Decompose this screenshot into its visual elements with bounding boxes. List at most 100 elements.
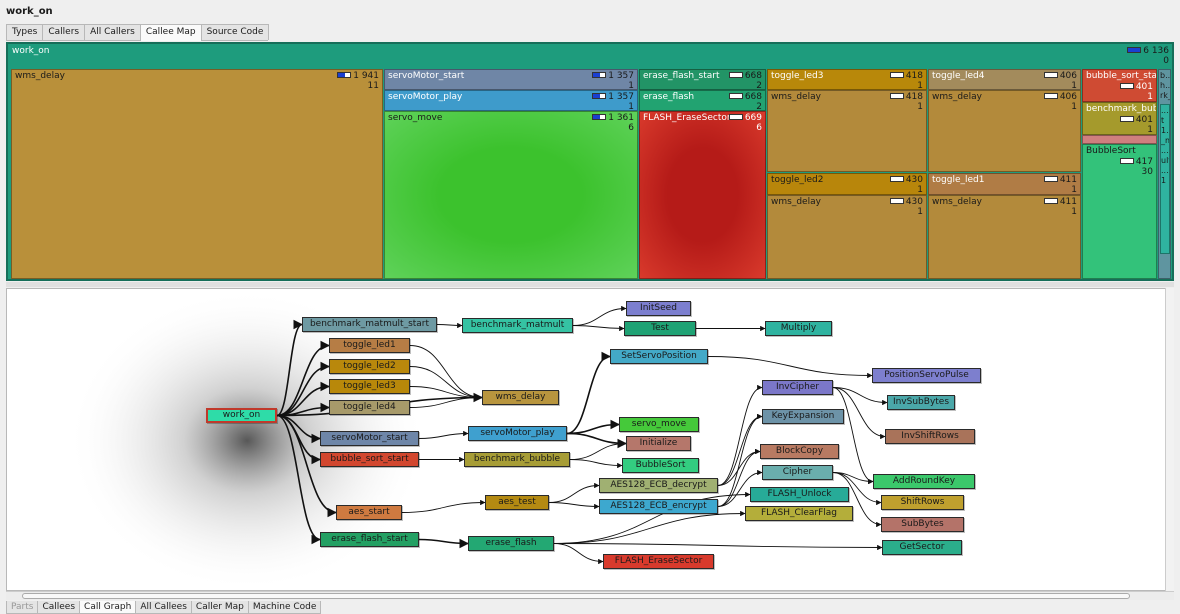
cost-bar-icon — [1119, 82, 1134, 89]
treemap-cell-benchmark-matmult[interactable]: ... t 1... _m ... ult ... 1 — [1160, 104, 1170, 254]
treemap-cell-wms-delay-3[interactable]: wms_delay 418 1 — [767, 90, 927, 172]
graph-node-benchmark-matmult[interactable]: benchmark_matmult — [462, 318, 573, 333]
tab-machine-code[interactable]: Machine Code — [247, 601, 322, 614]
cost-bar-icon — [889, 175, 904, 182]
tab-parts[interactable]: Parts — [6, 601, 39, 614]
tab-all-callers[interactable]: All Callers — [84, 24, 141, 40]
treemap-cell-toggle-led3[interactable]: toggle_led3 418 1 — [767, 69, 927, 90]
graph-edge — [553, 543, 883, 551]
treemap-cell-wms-delay-2[interactable]: wms_delay 430 1 — [767, 195, 927, 279]
graph-node-cipher[interactable]: Cipher — [762, 465, 833, 480]
graph-node-flash-clearflag[interactable]: FLASH_ClearFlag — [745, 506, 853, 521]
graph-node-shiftrows[interactable]: ShiftRows — [881, 495, 964, 510]
graph-node-setservoposition[interactable]: SetServoPosition — [610, 349, 708, 364]
cost-bar-icon — [1043, 71, 1058, 78]
graph-node-blockcopy[interactable]: BlockCopy — [760, 444, 839, 459]
graph-node-benchmark-bubble[interactable]: benchmark_bubble — [464, 452, 570, 467]
graph-node-invsubbytes[interactable]: InvSubBytes — [887, 395, 955, 410]
tab-source-code[interactable]: Source Code — [200, 24, 270, 40]
tab-types[interactable]: Types — [6, 24, 44, 40]
vertical-scrollbar[interactable] — [1165, 288, 1174, 591]
graph-node-flash-erasesector[interactable]: FLASH_EraseSector — [603, 554, 714, 569]
graph-edge — [717, 448, 761, 486]
graph-node-aes128-ecb-decrypt[interactable]: AES128_ECB_decrypt — [599, 478, 718, 493]
graph-node-benchmark-matmult-start[interactable]: benchmark_matmult_start — [302, 317, 437, 332]
graph-node-servo-move[interactable]: servo_move — [619, 417, 699, 432]
tab-all-callees[interactable]: All Callees — [135, 601, 192, 614]
cost-bar-icon — [728, 92, 743, 99]
tab-callees[interactable]: Callees — [37, 601, 81, 614]
graph-node-erase-flash[interactable]: erase_flash — [468, 536, 554, 551]
graph-edge — [707, 356, 873, 379]
tab-callers[interactable]: Callers — [42, 24, 86, 40]
treemap-cell-benchmark-bubble[interactable]: benchmark_bubble 4011 — [1082, 102, 1157, 135]
tab-callee-map[interactable]: Callee Map — [139, 24, 202, 41]
treemap-cell-wms-delay-4[interactable]: wms_delay 406 1 — [928, 90, 1081, 172]
call-graph-canvas — [67, 289, 888, 590]
graph-node-multiply[interactable]: Multiply — [765, 321, 832, 336]
graph-node-invcipher[interactable]: InvCipher — [762, 380, 833, 395]
graph-node-addroundkey[interactable]: AddRoundKey — [873, 474, 975, 489]
graph-edge — [717, 384, 763, 486]
treemap-cell-servomotor-play[interactable]: servoMotor_play 1 357 1 — [384, 90, 638, 111]
graph-edge — [717, 413, 763, 486]
graph-edge — [548, 482, 600, 503]
graph-node-servomotor-start[interactable]: servoMotor_start — [320, 431, 419, 446]
cost-bar-icon — [889, 71, 904, 78]
graph-node-work-on[interactable]: work_on — [206, 408, 277, 423]
graph-node-toggle-led3[interactable]: toggle_led3 — [329, 379, 410, 394]
graph-node-aes-test[interactable]: aes_test — [485, 495, 549, 510]
graph-node-bubble-sort-start[interactable]: bubble_sort_start — [320, 452, 419, 467]
treemap-cell-servo-move[interactable]: servo_move 1 361 6 — [384, 111, 638, 279]
cost-bar-icon — [592, 71, 607, 78]
graph-node-bubblesort[interactable]: BubbleSort — [622, 458, 699, 473]
treemap-cell-erase-flash[interactable]: erase_flash 668 2 — [639, 90, 766, 111]
graph-edge — [553, 543, 604, 565]
treemap-cell-servomotor-start[interactable]: servoMotor_start 1 357 1 — [384, 69, 638, 90]
tab-caller-map[interactable]: Caller Map — [190, 601, 249, 614]
treemap-cell-toggle-led4[interactable]: toggle_led4 406 1 — [928, 69, 1081, 90]
panel-splitter[interactable] — [6, 282, 1174, 287]
treemap-cell-bubble-sort-start[interactable]: bubble_sort_start 401 1 — [1082, 69, 1157, 102]
graph-node-initialize[interactable]: Initialize — [626, 436, 691, 451]
treemap-cell-toggle-led2[interactable]: toggle_led2 430 1 — [767, 173, 927, 195]
graph-node-toggle-led1[interactable]: toggle_led1 — [329, 338, 410, 353]
graph-node-toggle-led2[interactable]: toggle_led2 — [329, 359, 410, 374]
graph-node-test[interactable]: Test — [624, 321, 696, 336]
callee-map-treemap[interactable]: work_on 6 136 0 wms_delay 1 941 11 servoMo… — [6, 42, 1174, 281]
graph-edge — [553, 510, 746, 544]
treemap-cell-wms-delay[interactable]: wms_delay 1 941 11 — [11, 69, 383, 279]
cost-bar-icon — [1119, 157, 1134, 164]
treemap-cell-initialize[interactable] — [1082, 135, 1157, 144]
tab-call-graph[interactable]: Call Graph — [79, 601, 137, 614]
graph-node-wms-delay[interactable]: wms_delay — [482, 390, 559, 405]
graph-node-toggle-led4[interactable]: toggle_led4 — [329, 400, 410, 415]
treemap-cell-toggle-led1[interactable]: toggle_led1 411 1 — [928, 173, 1081, 195]
graph-node-subbytes[interactable]: SubBytes — [881, 517, 964, 532]
cost-bar-icon — [1119, 115, 1134, 122]
cost-bar-icon — [1127, 46, 1142, 53]
horizontal-scrollbar[interactable] — [6, 591, 1174, 600]
graph-node-keyexpansion[interactable]: KeyExpansion — [762, 409, 844, 424]
call-graph-view[interactable]: work_on benchmark_matmult_start benchmark_… — [6, 288, 1174, 591]
scrollbar-thumb[interactable] — [22, 593, 1130, 599]
graph-node-invshiftrows[interactable]: InvShiftRows — [885, 429, 975, 444]
graph-node-servomotor-play[interactable]: servoMotor_play — [468, 426, 567, 441]
graph-node-getsector[interactable]: GetSector — [882, 540, 962, 555]
cost-bar-icon — [1043, 197, 1058, 204]
treemap-cell-bubblesort[interactable]: BubbleSort 417 30 — [1082, 144, 1157, 279]
graph-node-erase-flash-start[interactable]: erase_flash_start — [320, 532, 419, 547]
graph-node-positionservopulse[interactable]: PositionServoPulse — [872, 368, 981, 383]
treemap-cell-flash-erasesector[interactable]: FLASH_EraseSector 669 6 — [639, 111, 766, 279]
treemap-cell-wms-delay-1[interactable]: wms_delay 411 1 — [928, 195, 1081, 279]
graph-node-initseed[interactable]: InitSeed — [626, 301, 691, 316]
top-tab-bar: Types Callers All Callers Callee Map Sou… — [6, 24, 270, 41]
graph-node-flash-unlock[interactable]: FLASH_Unlock — [750, 487, 849, 502]
graph-node-aes128-ecb-encrypt[interactable]: AES128_ECB_encrypt — [599, 499, 718, 514]
graph-edge — [569, 440, 627, 460]
graph-node-aes-start[interactable]: aes_start — [336, 505, 402, 520]
treemap-root-metric: 6 136 0 — [1127, 46, 1169, 66]
treemap-cell-erase-flash-start[interactable]: erase_flash_start 668 2 — [639, 69, 766, 90]
cost-bar-icon — [889, 197, 904, 204]
window-title: work_on — [6, 6, 53, 17]
